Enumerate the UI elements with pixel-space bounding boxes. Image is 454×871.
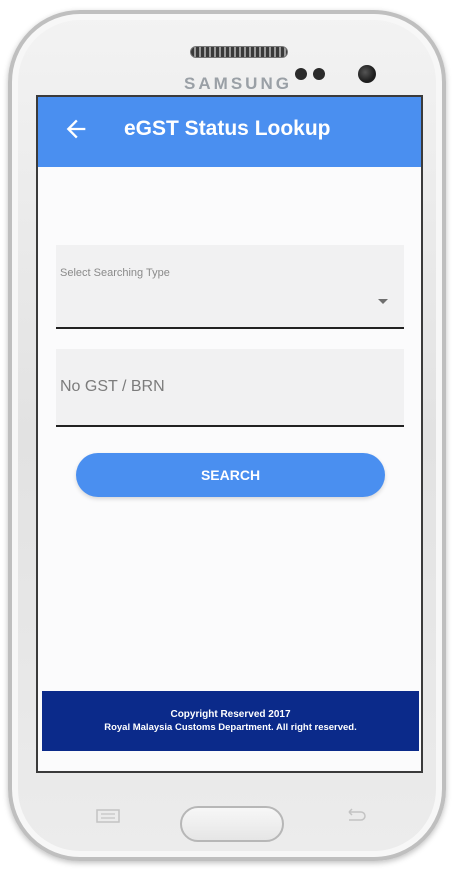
dropdown-triangle-icon[interactable] (378, 299, 388, 304)
footer-banner: Copyright Reserved 2017 Royal Malaysia C… (42, 691, 419, 751)
menu-key-icon[interactable] (94, 808, 122, 824)
device-brand: SAMSUNG (184, 74, 292, 93)
search-button[interactable]: SEARCH (76, 453, 385, 497)
back-key-icon[interactable] (343, 808, 369, 824)
speaker-grille (190, 46, 288, 58)
app-screen: eGST Status Lookup Select Searching Type… (36, 95, 423, 773)
arrow-left-icon[interactable] (62, 115, 90, 143)
front-camera-icon (358, 65, 376, 83)
gst-brn-input[interactable] (56, 349, 404, 425)
home-key-icon[interactable] (180, 806, 284, 842)
department-text: Royal Malaysia Customs Department. All r… (104, 722, 357, 733)
app-title: eGST Status Lookup (124, 117, 331, 140)
gst-brn-field[interactable] (56, 349, 404, 427)
search-type-select[interactable]: Select Searching Type (56, 245, 404, 329)
select-label: Select Searching Type (60, 267, 170, 279)
app-bar: eGST Status Lookup (38, 97, 421, 167)
proximity-sensor-icon (295, 68, 307, 80)
light-sensor-icon (313, 68, 325, 80)
copyright-text: Copyright Reserved 2017 (170, 709, 291, 720)
